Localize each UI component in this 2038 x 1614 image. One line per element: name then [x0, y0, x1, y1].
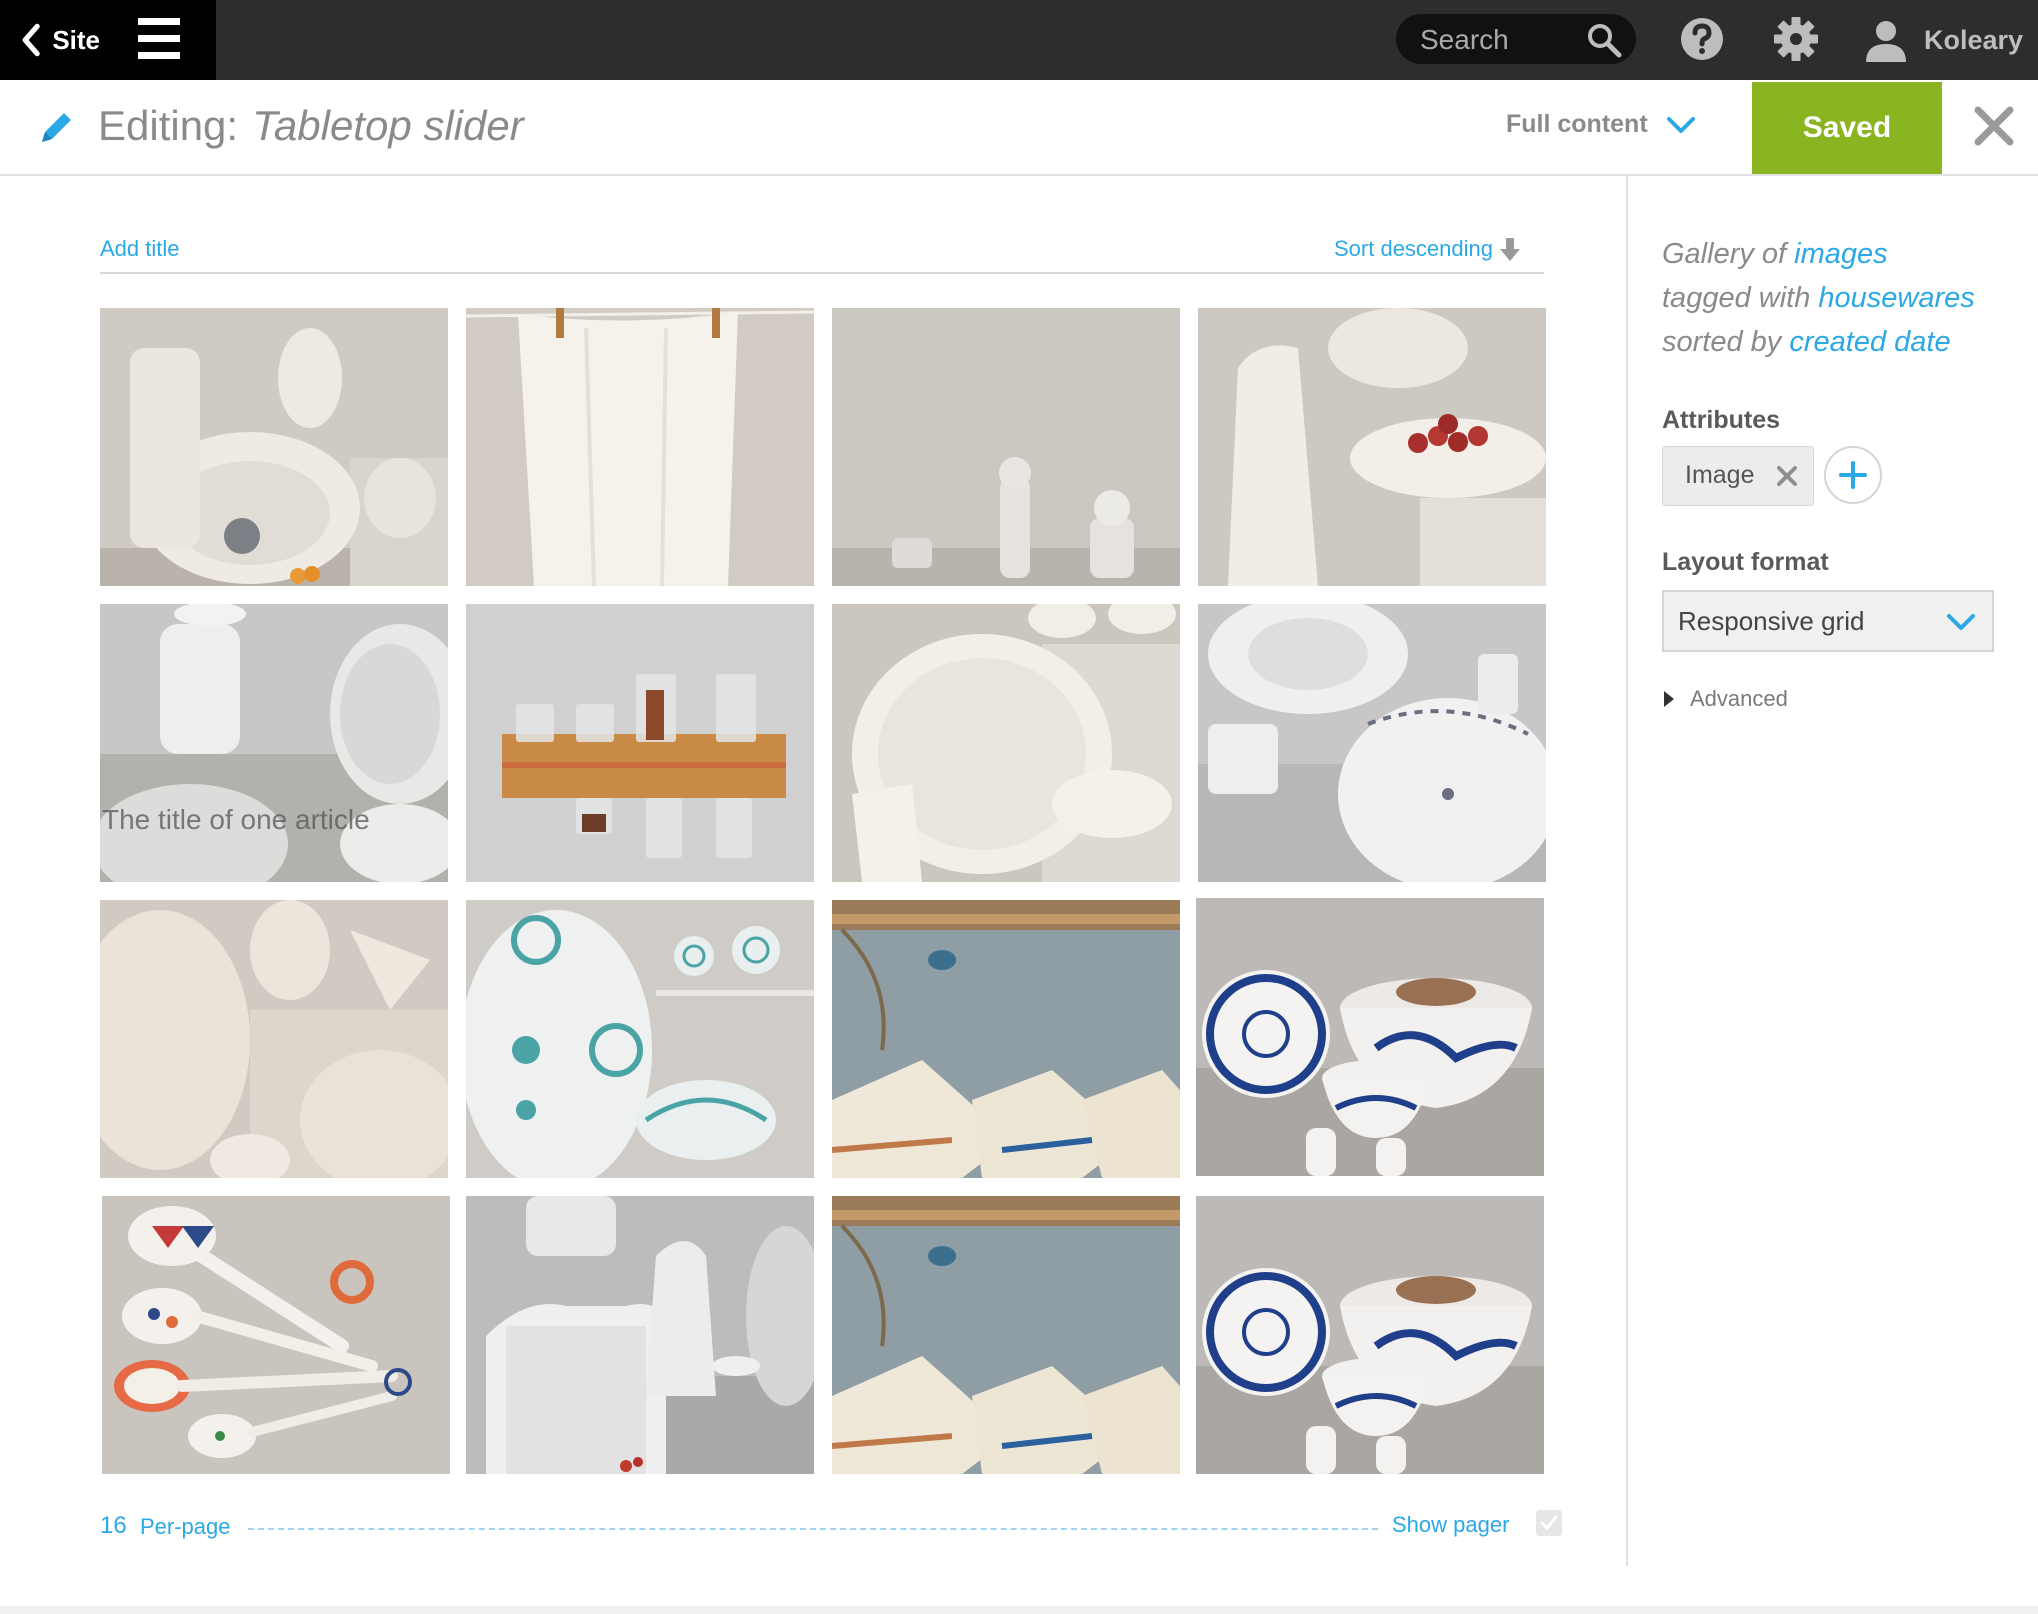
- gallery-tile-12[interactable]: [1196, 898, 1544, 1176]
- image-measuring-spoons: [102, 1196, 450, 1474]
- attribute-chip-label: Image: [1685, 461, 1755, 489]
- arrow-down-icon: [1500, 238, 1520, 261]
- chevron-down-icon: [1666, 116, 1695, 133]
- caret-right-icon: [1664, 691, 1674, 707]
- gallery-tile-16[interactable]: [1196, 1196, 1544, 1474]
- checkmark-icon: [1540, 1515, 1558, 1530]
- page-title: Editing: Tabletop slider: [98, 102, 524, 150]
- dashed-divider: [248, 1528, 1378, 1530]
- content-mode-label: Full content: [1506, 110, 1648, 138]
- gallery-tile-4[interactable]: [1198, 308, 1546, 586]
- image-white-pitcher: [1198, 308, 1546, 586]
- created-date-link[interactable]: created date: [1789, 326, 1950, 358]
- chevron-left-icon: [22, 23, 40, 57]
- search-icon[interactable]: [1586, 22, 1622, 58]
- editing-label: Editing:: [98, 102, 239, 149]
- gear-icon[interactable]: [1774, 16, 1818, 62]
- pager-settings: 16 Per-page Show pager: [100, 1510, 1564, 1546]
- help-icon[interactable]: [1680, 17, 1724, 61]
- desc-prefix-gallery: Gallery of: [1662, 238, 1787, 270]
- image-lace-platter: [100, 900, 448, 1178]
- remove-icon[interactable]: [1775, 464, 1799, 488]
- top-bar: Site Search Koleary: [0, 0, 2038, 80]
- per-page-count[interactable]: 16: [100, 1512, 127, 1540]
- close-icon[interactable]: [1972, 104, 2016, 148]
- image-spice-rack: [466, 604, 814, 882]
- editing-bar: Editing: Tabletop slider Full content Sav…: [0, 80, 2038, 176]
- saved-button[interactable]: Saved: [1752, 82, 1942, 174]
- image-floral-plates: [1198, 604, 1546, 882]
- gallery-description: Gallery of images tagged with housewares…: [1662, 232, 2032, 364]
- layout-format-select[interactable]: Responsive grid: [1662, 590, 1994, 652]
- gallery-tile-5[interactable]: The title of one article: [100, 604, 448, 882]
- image-coffee-pot: [100, 604, 448, 882]
- image-white-tray: [466, 1196, 814, 1474]
- image-blue-bowls-2: [1196, 1196, 1544, 1474]
- desc-prefix-tagged: tagged with: [1662, 282, 1811, 314]
- show-pager-label[interactable]: Show pager: [1392, 1512, 1509, 1538]
- gallery-tile-1[interactable]: [100, 308, 448, 586]
- gallery-tile-3[interactable]: [832, 308, 1180, 586]
- chevron-down-icon: [1947, 614, 1975, 630]
- image-blue-bowls: [1196, 898, 1544, 1176]
- plus-icon: [1839, 461, 1867, 489]
- layout-format-value: Responsive grid: [1678, 606, 1865, 636]
- title-divider: [100, 272, 1544, 274]
- show-pager-checkbox[interactable]: [1536, 1510, 1562, 1536]
- advanced-toggle[interactable]: Advanced: [1662, 686, 1788, 712]
- image-teal-platter: [466, 900, 814, 1178]
- gallery-tile-7[interactable]: [832, 604, 1180, 882]
- per-page-label: Per-page: [140, 1514, 231, 1539]
- housewares-tag-link[interactable]: housewares: [1818, 282, 1974, 314]
- user-menu[interactable]: Koleary: [1864, 14, 2023, 66]
- image-plates-grey: [100, 308, 448, 586]
- images-link[interactable]: images: [1794, 238, 1888, 270]
- search-box: [1396, 14, 1636, 64]
- back-to-site-button[interactable]: Site: [20, 16, 100, 64]
- image-pot-holders: [832, 900, 1180, 1178]
- image-salt-shakers: [832, 308, 1180, 586]
- sort-descending-toggle[interactable]: Sort descending: [1334, 236, 1521, 262]
- hamburger-menu-icon[interactable]: [138, 16, 180, 62]
- layout-format-heading: Layout format: [1662, 548, 1829, 576]
- gallery-tile-10[interactable]: [466, 900, 814, 1178]
- gallery-tile-9[interactable]: [100, 900, 448, 1178]
- panel-divider: [1626, 176, 1628, 1566]
- gallery-tile-6[interactable]: [466, 604, 814, 882]
- gallery-tile-11[interactable]: [832, 900, 1180, 1178]
- add-title-link[interactable]: Add title: [100, 236, 180, 262]
- gallery-tile-15[interactable]: [832, 1196, 1180, 1474]
- attribute-chip-image: Image: [1662, 446, 1814, 506]
- content-mode-dropdown[interactable]: Full content: [1506, 110, 1696, 139]
- user-name: Koleary: [1924, 24, 2024, 55]
- user-icon: [1866, 21, 1906, 62]
- image-tea-towel: [466, 308, 814, 586]
- gallery-tile-8[interactable]: [1198, 604, 1546, 882]
- image-pot-holders-2: [832, 1196, 1180, 1474]
- image-white-platter: [832, 604, 1180, 882]
- search-input[interactable]: [1418, 22, 1582, 58]
- attributes-heading: Attributes: [1662, 406, 1781, 434]
- gallery-tile-2[interactable]: [466, 308, 814, 586]
- add-attribute-button[interactable]: [1824, 446, 1882, 504]
- desc-prefix-sorted: sorted by: [1662, 326, 1782, 358]
- gallery-tile-14[interactable]: [466, 1196, 814, 1474]
- gallery-editor: Add title Sort descending The title of o…: [0, 176, 1626, 1566]
- site-block: Site: [0, 0, 216, 80]
- sort-label: Sort descending: [1334, 236, 1493, 261]
- item-name: Tabletop slider: [252, 102, 524, 149]
- bottom-strip: [0, 1606, 2038, 1614]
- advanced-label: Advanced: [1690, 686, 1788, 711]
- pencil-icon: [42, 113, 71, 142]
- gallery-tile-13[interactable]: [102, 1196, 450, 1474]
- site-label: Site: [52, 24, 100, 55]
